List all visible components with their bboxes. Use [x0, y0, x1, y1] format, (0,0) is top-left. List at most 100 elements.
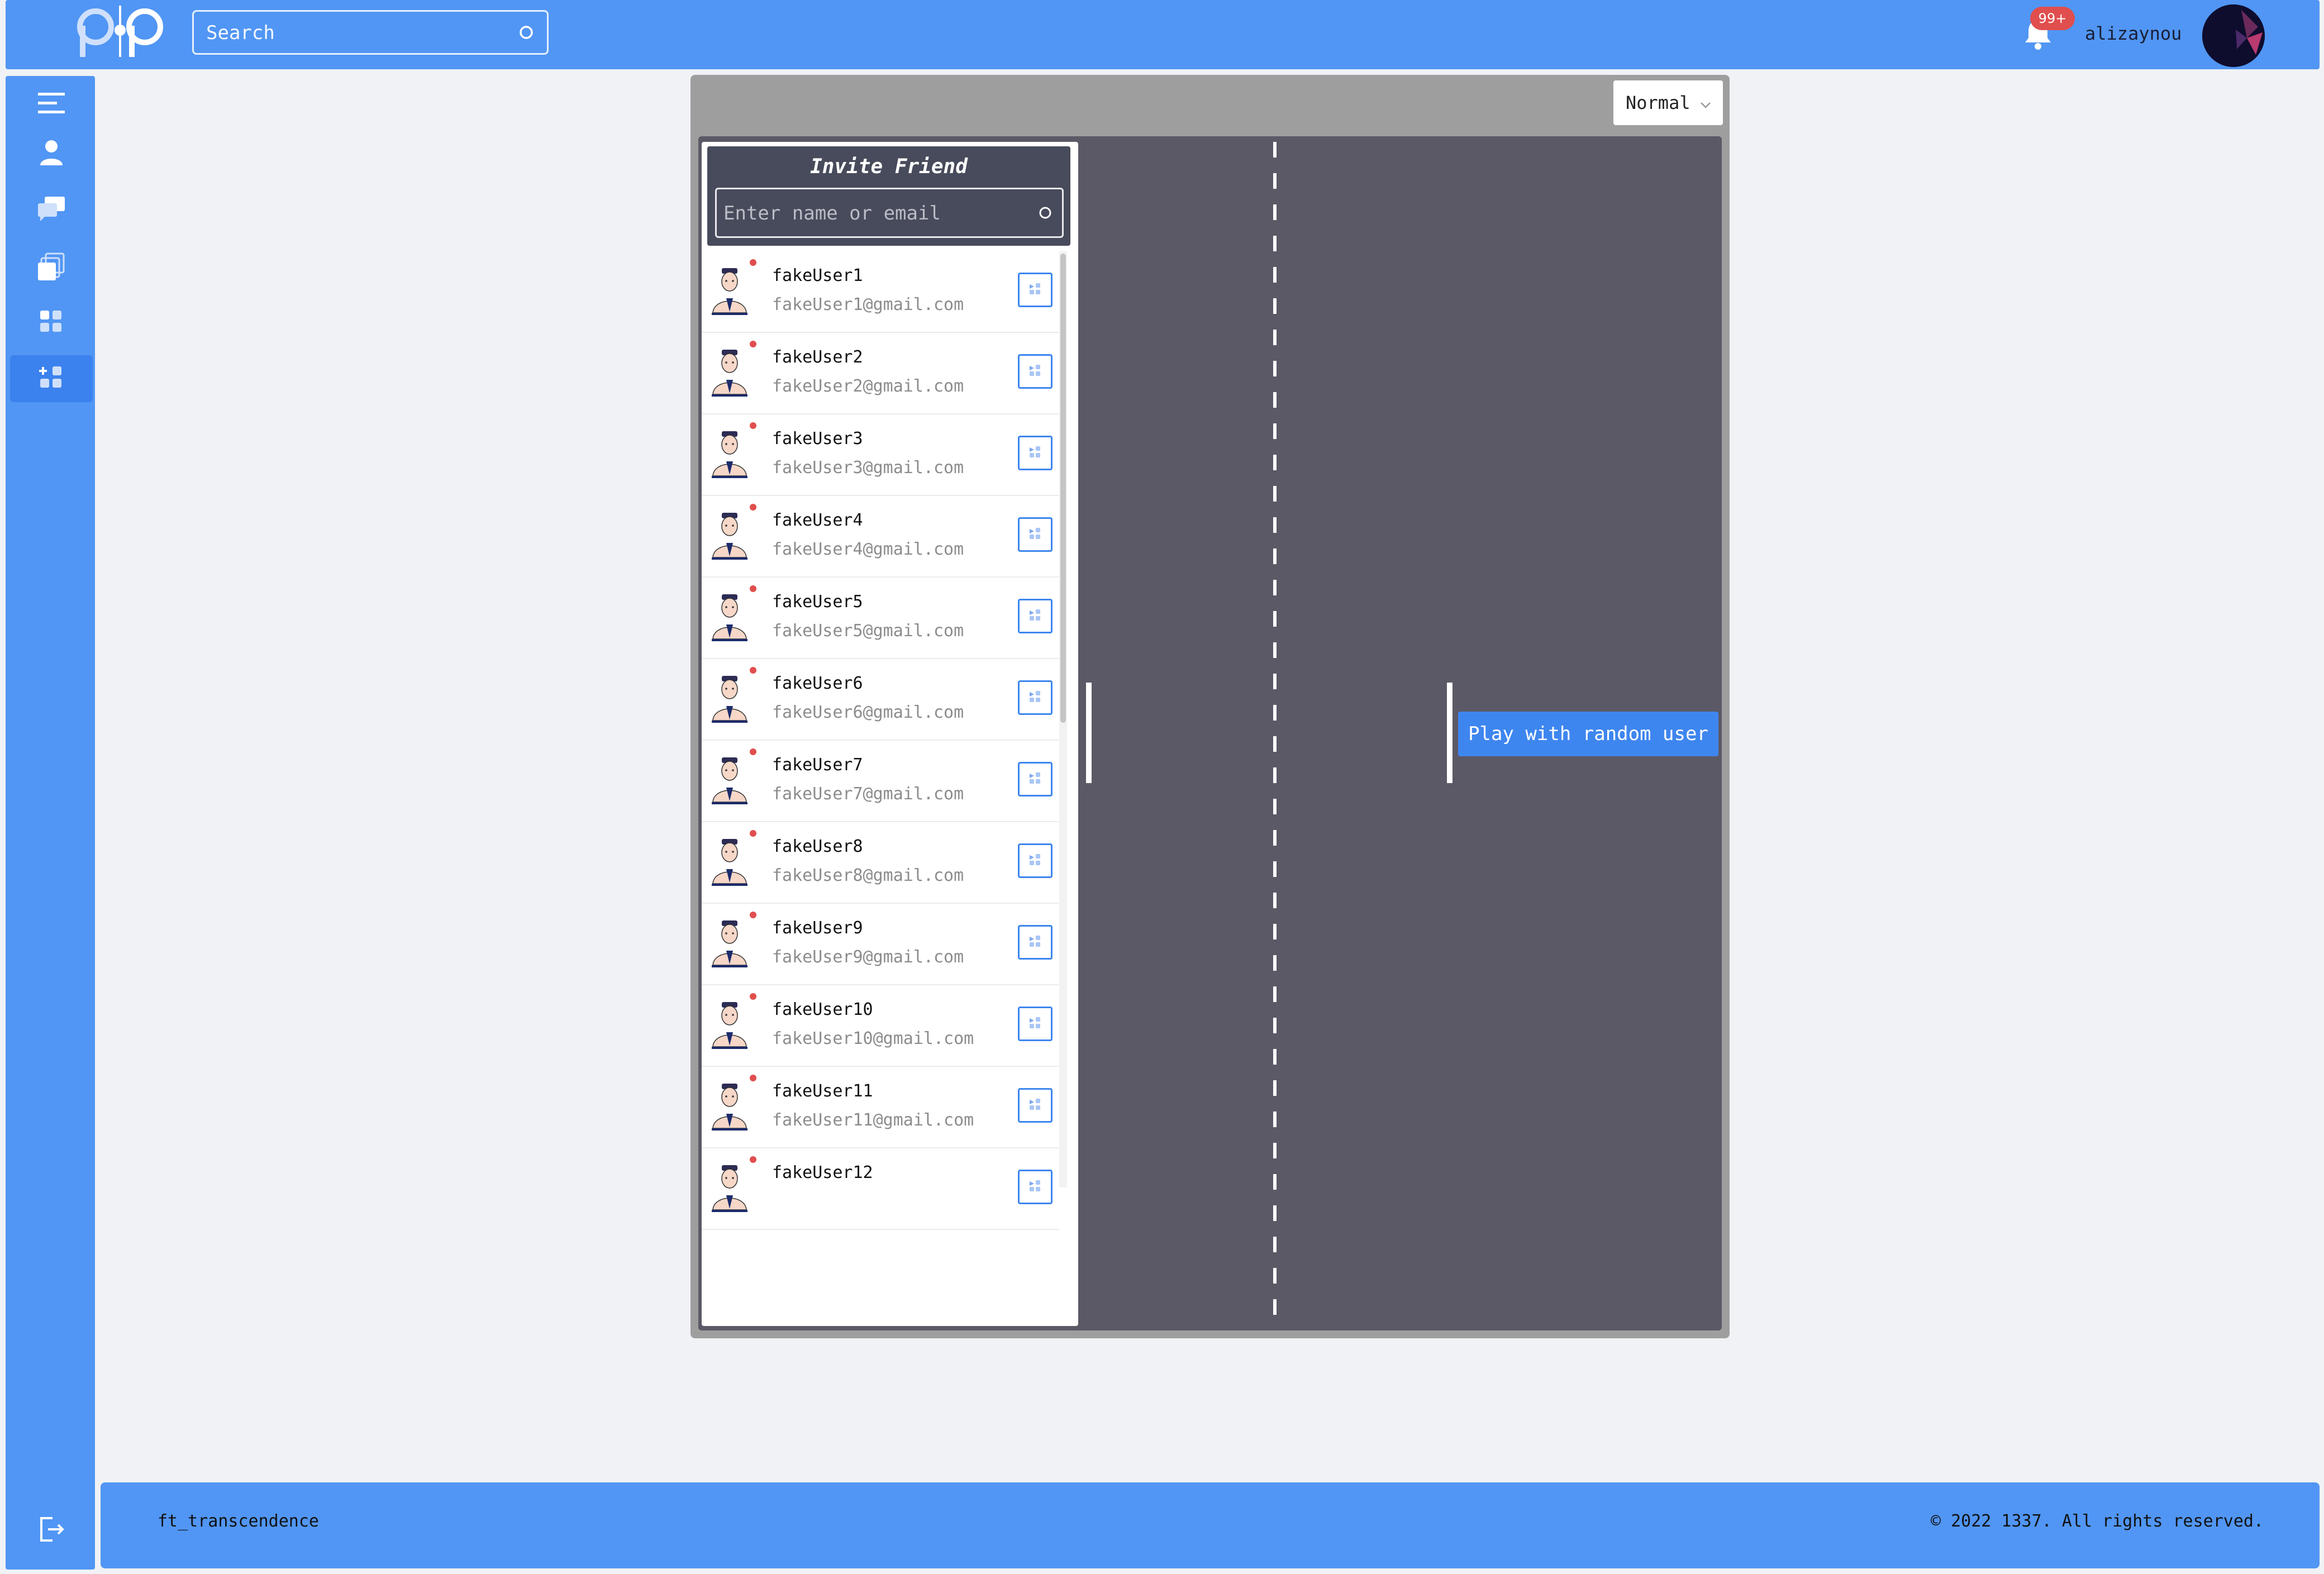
- invite-search-input[interactable]: [722, 189, 1026, 237]
- avatar: [709, 509, 750, 560]
- invite-button[interactable]: [1018, 517, 1053, 552]
- list-item[interactable]: fakeUser9 fakeUser9@gmail.com: [702, 904, 1059, 985]
- list-item[interactable]: fakeUser8 fakeUser8@gmail.com: [702, 822, 1059, 904]
- court-center-dash: [1273, 548, 1277, 564]
- status-dot: [750, 422, 756, 429]
- invite-header: Invite Friend: [707, 146, 1070, 246]
- court-center-dash: [1273, 1174, 1277, 1190]
- avatar: [709, 917, 750, 967]
- invite-button[interactable]: [1018, 1007, 1053, 1041]
- mode-select-value: Normal: [1626, 92, 1690, 113]
- avatar: [709, 591, 750, 641]
- avatar[interactable]: [2202, 4, 2265, 67]
- court-center-dash: [1273, 455, 1277, 470]
- avatar: [709, 265, 750, 315]
- logout-button[interactable]: [10, 1507, 93, 1554]
- sidebar-item-grid[interactable]: [10, 299, 93, 346]
- list-item[interactable]: fakeUser7 fakeUser7@gmail.com: [702, 741, 1059, 822]
- user-name: fakeUser10: [772, 1000, 873, 1019]
- invite-game-icon: [1027, 770, 1043, 788]
- court-center-dash: [1273, 1018, 1277, 1033]
- profile-icon: [35, 136, 68, 172]
- list-item[interactable]: fakeUser5 fakeUser5@gmail.com: [702, 578, 1059, 659]
- court-center-dash: [1273, 799, 1277, 814]
- user-email: fakeUser5@gmail.com: [772, 621, 964, 641]
- court-center-dash: [1273, 1112, 1277, 1127]
- list-item[interactable]: fakeUser4 fakeUser4@gmail.com: [702, 496, 1059, 578]
- court-center-dash: [1273, 893, 1277, 908]
- invite-game-icon: [1027, 526, 1043, 543]
- list-item[interactable]: fakeUser3 fakeUser3@gmail.com: [702, 414, 1059, 496]
- invite-button[interactable]: [1018, 1170, 1053, 1204]
- list-item[interactable]: fakeUser6 fakeUser6@gmail.com: [702, 659, 1059, 741]
- user-email: fakeUser9@gmail.com: [772, 947, 964, 967]
- app-logo[interactable]: [70, 3, 170, 58]
- pages-icon: [35, 250, 68, 286]
- search-icon[interactable]: [1037, 205, 1053, 221]
- invite-button[interactable]: [1018, 436, 1053, 470]
- menu-icon: [35, 87, 68, 123]
- court-center-dash: [1273, 767, 1277, 783]
- list-item[interactable]: fakeUser11 fakeUser11@gmail.com: [702, 1067, 1059, 1148]
- search-icon[interactable]: [517, 23, 536, 42]
- court-center-dash: [1273, 142, 1277, 158]
- invite-button[interactable]: [1018, 925, 1053, 960]
- avatar: [709, 1080, 750, 1131]
- invite-button[interactable]: [1018, 762, 1053, 796]
- user-name: fakeUser3: [772, 429, 863, 449]
- user-name: fakeUser8: [772, 837, 863, 856]
- notification-badge: 99+: [2030, 7, 2075, 30]
- court-center-dash: [1273, 361, 1277, 376]
- user-email: fakeUser3@gmail.com: [772, 458, 964, 478]
- avatar: [709, 1162, 750, 1212]
- avatar: [709, 754, 750, 804]
- court-center-dash: [1273, 1299, 1277, 1315]
- list-item[interactable]: fakeUser2 fakeUser2@gmail.com: [702, 333, 1059, 414]
- invite-button[interactable]: [1018, 354, 1053, 389]
- court-center-dash: [1273, 1268, 1277, 1284]
- user-email: fakeUser2@gmail.com: [772, 376, 964, 396]
- invite-button[interactable]: [1018, 680, 1053, 715]
- avatar: [709, 428, 750, 478]
- list-item[interactable]: fakeUser10 fakeUser10@gmail.com: [702, 985, 1059, 1067]
- scrollbar-thumb[interactable]: [1060, 254, 1066, 723]
- sidebar-item-game[interactable]: [10, 355, 93, 402]
- left-paddle: [1086, 683, 1092, 783]
- court-center-dash: [1273, 1080, 1277, 1096]
- court-center-dash: [1273, 392, 1277, 408]
- invite-friend-panel: Invite Friend fakeUser1 fakeUser1@gmail.c…: [702, 142, 1078, 1326]
- court-center-dash: [1273, 861, 1277, 877]
- invite-game-icon: [1027, 933, 1043, 951]
- footer-copyright: © 2022 1337. All rights reserved.: [1930, 1511, 2264, 1531]
- invite-game-icon: [1027, 1096, 1043, 1114]
- court-center-dash: [1273, 1049, 1277, 1065]
- grid-icon: [35, 305, 68, 341]
- mode-select[interactable]: Normal: [1613, 80, 1723, 125]
- invite-button[interactable]: [1018, 599, 1053, 633]
- court-center-dash: [1273, 330, 1277, 345]
- user-email: fakeUser10@gmail.com: [772, 1029, 974, 1048]
- court-center-dash: [1273, 236, 1277, 251]
- play-random-button[interactable]: Play with random user: [1458, 712, 1718, 756]
- user-name: fakeUser2: [772, 347, 863, 367]
- invite-button[interactable]: [1018, 1088, 1053, 1123]
- list-item[interactable]: fakeUser1 fakeUser1@gmail.com: [702, 251, 1059, 333]
- logout-icon: [35, 1513, 68, 1548]
- sidebar-item-pages[interactable]: [10, 245, 93, 292]
- status-dot: [750, 585, 756, 592]
- username[interactable]: alizaynou: [2085, 21, 2182, 46]
- invite-button[interactable]: [1018, 273, 1053, 307]
- invite-game-icon: [1027, 689, 1043, 707]
- court-center-dash: [1273, 705, 1277, 721]
- user-list: fakeUser1 fakeUser1@gmail.com fakeUser2 fak…: [702, 251, 1078, 1326]
- status-dot: [750, 259, 756, 266]
- list-item[interactable]: fakeUser12: [702, 1148, 1059, 1230]
- court-center-dash: [1273, 1205, 1277, 1221]
- sidebar-item-profile[interactable]: [10, 131, 93, 178]
- user-email: fakeUser1@gmail.com: [772, 295, 964, 314]
- invite-button[interactable]: [1018, 843, 1053, 878]
- sidebar-item-menu[interactable]: [10, 82, 93, 128]
- user-email: fakeUser8@gmail.com: [772, 866, 964, 885]
- sidebar-item-chat[interactable]: [10, 185, 93, 232]
- search-input[interactable]: [205, 12, 509, 54]
